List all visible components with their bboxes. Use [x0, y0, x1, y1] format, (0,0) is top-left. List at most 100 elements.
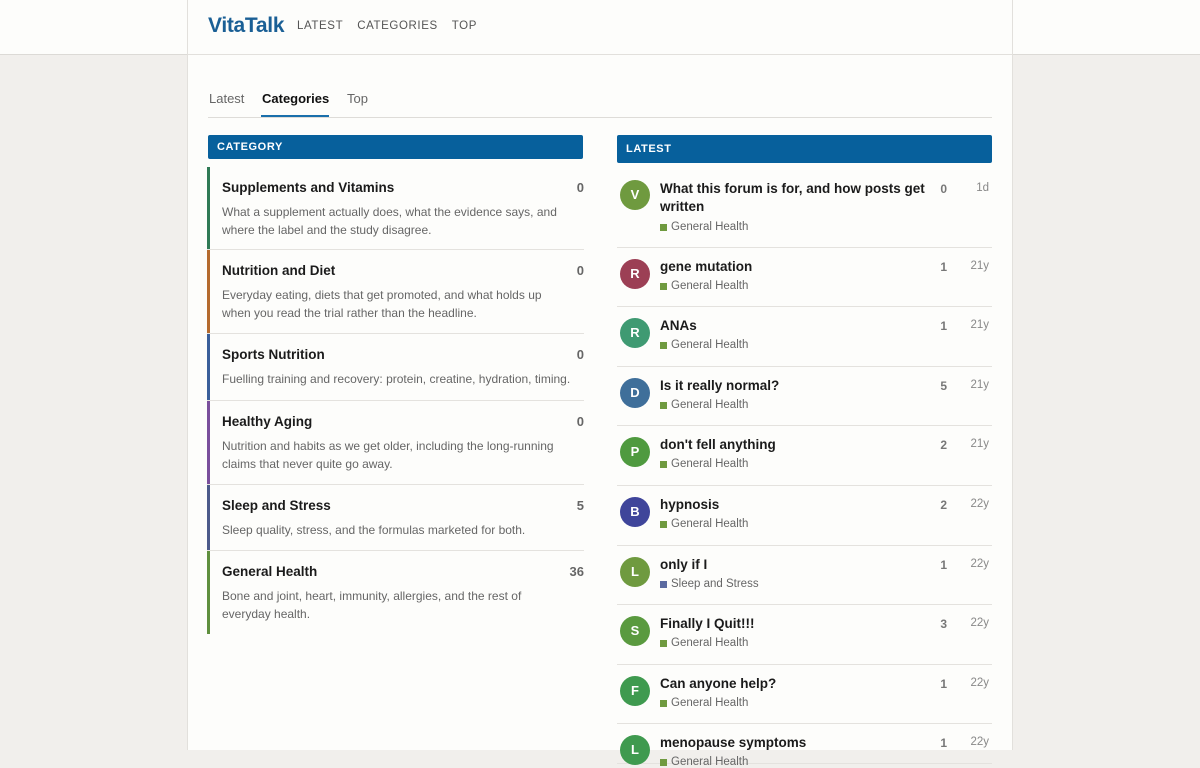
category-topic-count: 0	[576, 263, 584, 278]
topic-title[interactable]: What this forum is for, and how posts ge…	[660, 180, 930, 216]
topic-row[interactable]: V What this forum is for, and how posts g…	[617, 167, 992, 248]
topic-row[interactable]: Pdon't fell anything General Health 2 21y	[617, 426, 992, 486]
topic-category[interactable]: General Health	[660, 518, 748, 530]
nav-latest[interactable]: LATEST	[297, 20, 343, 32]
user-avatar[interactable]: L	[620, 557, 650, 587]
topic-age[interactable]: 22y	[957, 498, 989, 510]
topic-title[interactable]: ANAs	[660, 317, 930, 335]
category-color-bar	[207, 485, 210, 550]
category-row[interactable]: Nutrition and Diet 0 Everyday eating, diet…	[207, 250, 584, 334]
topic-row[interactable]: Lonly if I Sleep and Stress 1 22y	[617, 546, 992, 605]
nav-categories[interactable]: CATEGORIES	[357, 20, 438, 32]
category-row[interactable]: General Health 36 Bone and joint, heart, i…	[207, 551, 584, 634]
category-description: Bone and joint, heart, immunity, allergi…	[222, 589, 522, 621]
topic-reply-count: 0	[940, 182, 947, 196]
user-avatar[interactable]: R	[620, 259, 650, 289]
user-avatar[interactable]: F	[620, 676, 650, 706]
user-avatar[interactable]: B	[620, 497, 650, 527]
category-color-bar	[207, 401, 210, 484]
category-name[interactable]: Sleep and Stress	[222, 498, 331, 513]
topic-title[interactable]: Can anyone help?	[660, 675, 930, 693]
topic-category[interactable]: General Health	[660, 339, 748, 351]
main-nav: LATEST CATEGORIES TOP	[297, 20, 477, 32]
topic-category[interactable]: General Health	[660, 697, 748, 709]
user-avatar[interactable]: R	[620, 318, 650, 348]
site-logo[interactable]: VitaTalk	[208, 14, 285, 38]
topic-category-label: General Health	[671, 221, 749, 233]
topic-row[interactable]: F Can anyone help? General Health 1 22y	[617, 665, 992, 724]
user-avatar[interactable]: S	[620, 616, 650, 646]
topic-category-label: General Health	[671, 697, 749, 709]
topic-age[interactable]: 21y	[957, 260, 989, 272]
topic-row[interactable]: S Finally I Quit!!! General Health 3 22y	[617, 605, 992, 665]
category-square-icon	[660, 639, 667, 647]
latest-column-header: LATEST	[617, 135, 992, 163]
category-description: Nutrition and habits as we get older, in…	[222, 439, 554, 471]
topic-category[interactable]: General Health	[660, 637, 748, 649]
topic-row[interactable]: R ANAs General Health 1 21y	[617, 307, 992, 367]
category-topic-count: 0	[576, 347, 584, 362]
tab-categories[interactable]: Categories	[262, 91, 329, 106]
tab-top[interactable]: Top	[347, 91, 368, 106]
topic-category[interactable]: General Health	[660, 399, 748, 411]
topic-age[interactable]: 21y	[957, 319, 989, 331]
topic-title[interactable]: don't fell anything	[660, 436, 930, 454]
topic-title[interactable]: gene mutation	[660, 258, 930, 276]
user-avatar[interactable]: L	[620, 735, 650, 765]
topic-reply-count: 2	[940, 498, 947, 512]
category-row[interactable]: Sports Nutrition 0 Fuelling training and r…	[207, 334, 584, 401]
topic-category[interactable]: General Health	[660, 221, 748, 233]
user-avatar[interactable]: P	[620, 437, 650, 467]
category-row[interactable]: Supplements and Vitamins 0 What a suppleme…	[207, 167, 584, 250]
topic-category[interactable]: Sleep and Stress	[660, 578, 759, 590]
category-description: Fuelling training and recovery: protein,…	[222, 372, 571, 386]
category-square-icon	[660, 520, 667, 528]
category-row[interactable]: Sleep and Stress 5 Sleep quality, stress, …	[207, 485, 584, 551]
topic-category[interactable]: General Health	[660, 280, 748, 292]
topic-reply-count: 5	[940, 379, 947, 393]
topic-row[interactable]: Rgene mutation General Health 1 21y	[617, 248, 992, 307]
topic-title[interactable]: menopause symptoms	[660, 734, 930, 752]
topic-row[interactable]: Bhypnosis General Health 2 22y	[617, 486, 992, 546]
topic-age[interactable]: 21y	[957, 438, 989, 450]
topic-row[interactable]: Lmenopause symptoms General Health 1 22y	[617, 724, 992, 768]
category-color-bar	[207, 551, 210, 634]
topic-age[interactable]: 1d	[957, 182, 989, 194]
topic-category[interactable]: General Health	[660, 756, 748, 768]
topic-age[interactable]: 22y	[957, 617, 989, 629]
category-name[interactable]: Supplements and Vitamins	[222, 180, 394, 195]
topic-category[interactable]: General Health	[660, 458, 748, 470]
category-description: Everyday eating, diets that get promoted…	[222, 288, 542, 320]
topic-reply-count: 3	[940, 617, 947, 631]
topic-category-label: General Health	[671, 518, 749, 530]
category-name[interactable]: Healthy Aging	[222, 414, 312, 429]
category-square-icon	[660, 699, 667, 707]
topic-age[interactable]: 22y	[957, 736, 989, 748]
topic-row[interactable]: D Is it really normal? General Health 5 21y	[617, 367, 992, 426]
topic-title[interactable]: hypnosis	[660, 496, 930, 514]
category-square-icon	[660, 223, 667, 231]
topic-category-label: General Health	[671, 637, 749, 649]
user-avatar[interactable]: D	[620, 378, 650, 408]
topic-age[interactable]: 22y	[957, 558, 989, 570]
topic-age[interactable]: 21y	[957, 379, 989, 391]
category-row[interactable]: Healthy Aging 0 Nutrition and habits as we…	[207, 401, 584, 485]
topic-title[interactable]: only if I	[660, 556, 930, 574]
topic-title[interactable]: Is it really normal?	[660, 377, 930, 395]
tab-latest[interactable]: Latest	[209, 91, 244, 106]
category-topic-count: 0	[576, 180, 584, 195]
topic-reply-count: 1	[940, 677, 947, 691]
category-square-icon	[660, 341, 667, 349]
topic-category-label: General Health	[671, 339, 749, 351]
topic-category-label: Sleep and Stress	[671, 578, 759, 590]
category-name[interactable]: General Health	[222, 564, 317, 579]
topic-age[interactable]: 22y	[957, 677, 989, 689]
category-topic-count: 0	[576, 414, 584, 429]
nav-top[interactable]: TOP	[452, 20, 477, 32]
category-topic-count: 5	[576, 498, 584, 513]
category-name[interactable]: Nutrition and Diet	[222, 263, 335, 278]
topic-reply-count: 1	[940, 319, 947, 333]
category-name[interactable]: Sports Nutrition	[222, 347, 325, 362]
user-avatar[interactable]: V	[620, 180, 650, 210]
topic-title[interactable]: Finally I Quit!!!	[660, 615, 930, 633]
